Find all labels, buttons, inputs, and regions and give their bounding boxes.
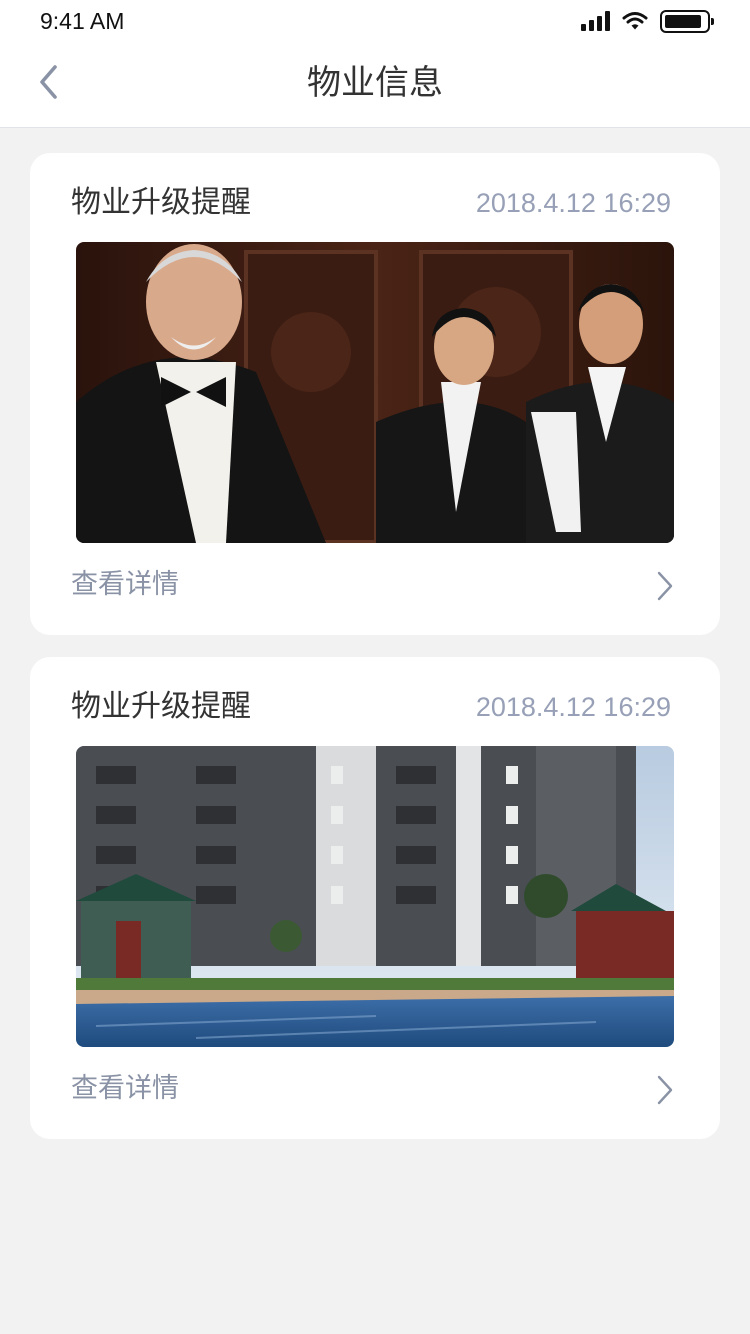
page-title: 物业信息 (307, 63, 443, 103)
card-title: 物业升级提醒 (71, 689, 251, 724)
wifi-icon (622, 12, 648, 30)
chevron-right-icon[interactable] (654, 1073, 676, 1107)
status-icons (581, 9, 714, 33)
card-title: 物业升级提醒 (71, 185, 251, 220)
signal-icon (581, 11, 610, 31)
chevron-right-icon[interactable] (654, 569, 676, 603)
building-pool-photo[interactable] (76, 746, 674, 1047)
staff-photo[interactable] (76, 242, 674, 543)
battery-icon (660, 9, 714, 33)
card-timestamp: 2018.4.12 16:29 (475, 692, 671, 722)
view-details-link[interactable]: 查看详情 (71, 566, 179, 604)
notice-card[interactable]: 物业升级提醒 2018.4.12 16:29 查看详情 (30, 153, 720, 635)
navigation-bar: 9:41 AM 物业信息 (0, 0, 750, 128)
view-details-link[interactable]: 查看详情 (71, 1070, 179, 1108)
card-timestamp: 2018.4.12 16:29 (475, 188, 671, 218)
status-time: 9:41 AM (40, 8, 125, 34)
notice-card[interactable]: 物业升级提醒 2018.4.12 16:29 查看详情 (30, 657, 720, 1139)
